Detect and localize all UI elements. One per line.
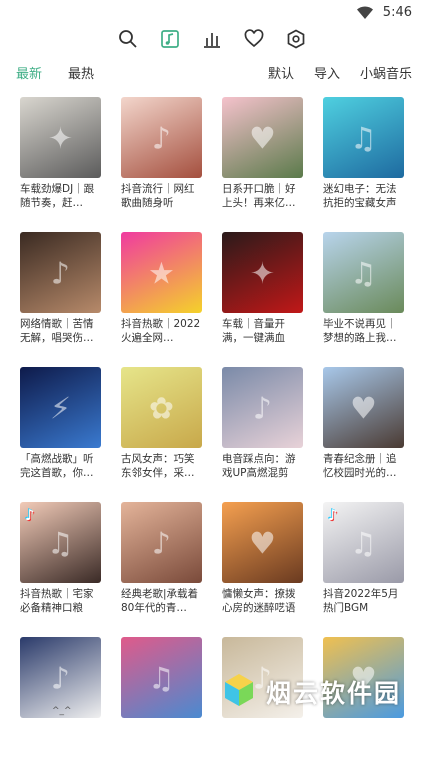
playlist-cover: ♥ xyxy=(222,502,303,583)
playlist-card[interactable]: ✦ 车载｜音量开满，一键满血 xyxy=(222,232,303,357)
playlist-title: 抖音2022年5月热门BGM xyxy=(323,588,399,614)
filter-bar: 最新 最热 默认 导入 小蜗音乐 xyxy=(0,60,424,84)
cover-art-icon: ✿ xyxy=(148,391,175,427)
tiktok-logo-icon: ♪ xyxy=(25,506,35,524)
playlist-title xyxy=(20,722,101,750)
playlist-card[interactable]: ♥ 青春纪念册｜追忆校园时光的… xyxy=(323,367,404,492)
cover-art-icon: ♫ xyxy=(47,526,74,562)
chart-bars-icon[interactable] xyxy=(191,24,233,54)
playlist-card[interactable]: ✦ 车载劲爆DJ｜跟随节奏，赶… xyxy=(20,97,101,222)
tiktok-logo-icon: ♪ xyxy=(328,506,338,524)
playlist-title: 抖音热歌｜宅家必备精神口粮 xyxy=(20,588,94,614)
playlist-title: 青春纪念册｜追忆校园时光的… xyxy=(323,453,397,479)
sort-default-button[interactable]: 默认 xyxy=(268,63,294,82)
playlist-cover: ♪ xyxy=(222,367,303,448)
cover-art-icon: ♫ xyxy=(350,121,377,157)
playlist-cover: ♫ xyxy=(323,97,404,178)
cover-art-icon: ♫ xyxy=(148,661,175,697)
playlist-title: 电音踩点向：游戏UP高燃混剪 xyxy=(222,453,296,479)
playlist-card[interactable]: ♪ xyxy=(20,637,101,762)
import-button[interactable]: 导入 xyxy=(314,63,340,82)
cover-art-icon: ✦ xyxy=(249,256,276,292)
cover-art-icon: ★ xyxy=(148,256,175,292)
playlist-cover: ✦ xyxy=(222,232,303,313)
playlist-title: 车载劲爆DJ｜跟随节奏，赶… xyxy=(20,183,95,209)
cover-art-icon: ✦ xyxy=(47,121,74,157)
playlist-cover: ✿ xyxy=(121,367,202,448)
clock: 5:46 xyxy=(382,4,412,20)
top-toolbar xyxy=(0,24,424,54)
playlist-title: 抖音流行｜网红歌曲随身听 xyxy=(121,183,195,209)
cover-art-icon: ♪ xyxy=(50,661,71,697)
playlist-cover: ✦ xyxy=(20,97,101,178)
playlist-card[interactable]: ⚡ 「高燃战歌」听完这首歌，你… xyxy=(20,367,101,492)
cover-art-icon: ♥ xyxy=(249,526,276,562)
cover-art-icon: ♥ xyxy=(350,391,377,427)
cover-art-icon: ♥ xyxy=(249,121,276,157)
playlist-title: 车载｜音量开满，一键满血 xyxy=(222,318,285,344)
playlist-title xyxy=(323,722,404,750)
playlist-title xyxy=(222,722,303,750)
playlist-title: 抖音热歌｜2022火遍全网… xyxy=(121,318,201,344)
playlist-card[interactable]: ♫ xyxy=(121,637,202,762)
playlist-card[interactable]: ★ 抖音热歌｜2022火遍全网… xyxy=(121,232,202,357)
cover-art-icon: ♪ xyxy=(151,121,172,157)
playlist-card[interactable]: ♪ 经典老歌|承载着80年代的青… xyxy=(121,502,202,627)
playlist-cover: ♫ ♪ xyxy=(323,502,404,583)
bottom-emoticon: ^_^ xyxy=(52,706,72,716)
playlist-card[interactable]: ♥ 日系开口脆｜好上头！再来亿… xyxy=(222,97,303,222)
playlist-card[interactable]: ✿ 古风女声：巧笑东邻女伴，采… xyxy=(121,367,202,492)
cover-art-icon: ♫ xyxy=(350,526,377,562)
playlist-cover: ★ xyxy=(121,232,202,313)
playlist-card[interactable]: ♪ 抖音流行｜网红歌曲随身听 xyxy=(121,97,202,222)
cover-art-icon: ♪ xyxy=(50,256,71,292)
watermark: 烟云软件园 xyxy=(220,670,410,714)
playlist-title: 毕业不说再见｜梦想的路上我… xyxy=(323,318,397,344)
playlist-card[interactable]: ♪ 电音踩点向：游戏UP高燃混剪 xyxy=(222,367,303,492)
playlist-title: 慵懒女声：撩拨心房的迷醉呓语 xyxy=(222,588,296,614)
playlist-cover: ♫ xyxy=(323,232,404,313)
settings-icon[interactable] xyxy=(275,24,317,54)
playlist-title: 网络情歌｜苦情无解，唱哭伤… xyxy=(20,318,94,344)
playlist-cover: ♪ xyxy=(121,97,202,178)
heart-icon[interactable] xyxy=(233,24,275,54)
playlist-title: 「高燃战歌」听完这首歌，你… xyxy=(20,453,94,479)
status-bar: 5:46 xyxy=(0,0,424,24)
playlist-title xyxy=(121,722,202,750)
playlist-title: 迷幻电子：无法抗拒的宝藏女声 xyxy=(323,183,397,209)
playlist-title: 经典老歌|承载着80年代的青… xyxy=(121,588,199,614)
playlist-cover: ♥ xyxy=(323,367,404,448)
cover-art-icon: ♪ xyxy=(151,526,172,562)
watermark-text: 烟云软件园 xyxy=(266,679,402,708)
playlist-card[interactable]: ♫ 迷幻电子：无法抗拒的宝藏女声 xyxy=(323,97,404,222)
playlist-card[interactable]: ♫ ♪ 抖音热歌｜宅家必备精神口粮 xyxy=(20,502,101,627)
playlist-cover: ♫ xyxy=(121,637,202,718)
tab-hottest[interactable]: 最热 xyxy=(68,63,94,82)
source-xiaowo-button[interactable]: 小蜗音乐 xyxy=(360,63,412,82)
cover-art-icon: ⚡ xyxy=(49,391,72,427)
cube-logo-icon xyxy=(220,671,258,713)
playlist-cover: ♥ xyxy=(222,97,303,178)
tab-latest[interactable]: 最新 xyxy=(16,63,42,82)
playlist-title: 日系开口脆｜好上头！再来亿… xyxy=(222,183,296,209)
playlist-card[interactable]: ♪ 网络情歌｜苦情无解，唱哭伤… xyxy=(20,232,101,357)
playlist-cover: ♪ xyxy=(121,502,202,583)
playlist-title: 古风女声：巧笑东邻女伴，采… xyxy=(121,453,195,479)
playlist-cover: ♫ ♪ xyxy=(20,502,101,583)
music-note-icon[interactable] xyxy=(149,24,191,54)
playlist-card[interactable]: ♥ 慵懒女声：撩拨心房的迷醉呓语 xyxy=(222,502,303,627)
cover-art-icon: ♫ xyxy=(350,256,377,292)
playlist-cover: ⚡ xyxy=(20,367,101,448)
playlist-card[interactable]: ♫ 毕业不说再见｜梦想的路上我… xyxy=(323,232,404,357)
search-icon[interactable] xyxy=(107,24,149,54)
cover-art-icon: ♪ xyxy=(252,391,273,427)
playlist-card[interactable]: ♫ ♪ 抖音2022年5月热门BGM xyxy=(323,502,404,627)
playlist-cover: ♪ xyxy=(20,232,101,313)
playlist-grid: ✦ 车载劲爆DJ｜跟随节奏，赶… ♪ 抖音流行｜网红歌曲随身听 ♥ 日系开口脆｜好上头！再… xyxy=(20,97,414,762)
wifi-icon xyxy=(356,5,373,19)
